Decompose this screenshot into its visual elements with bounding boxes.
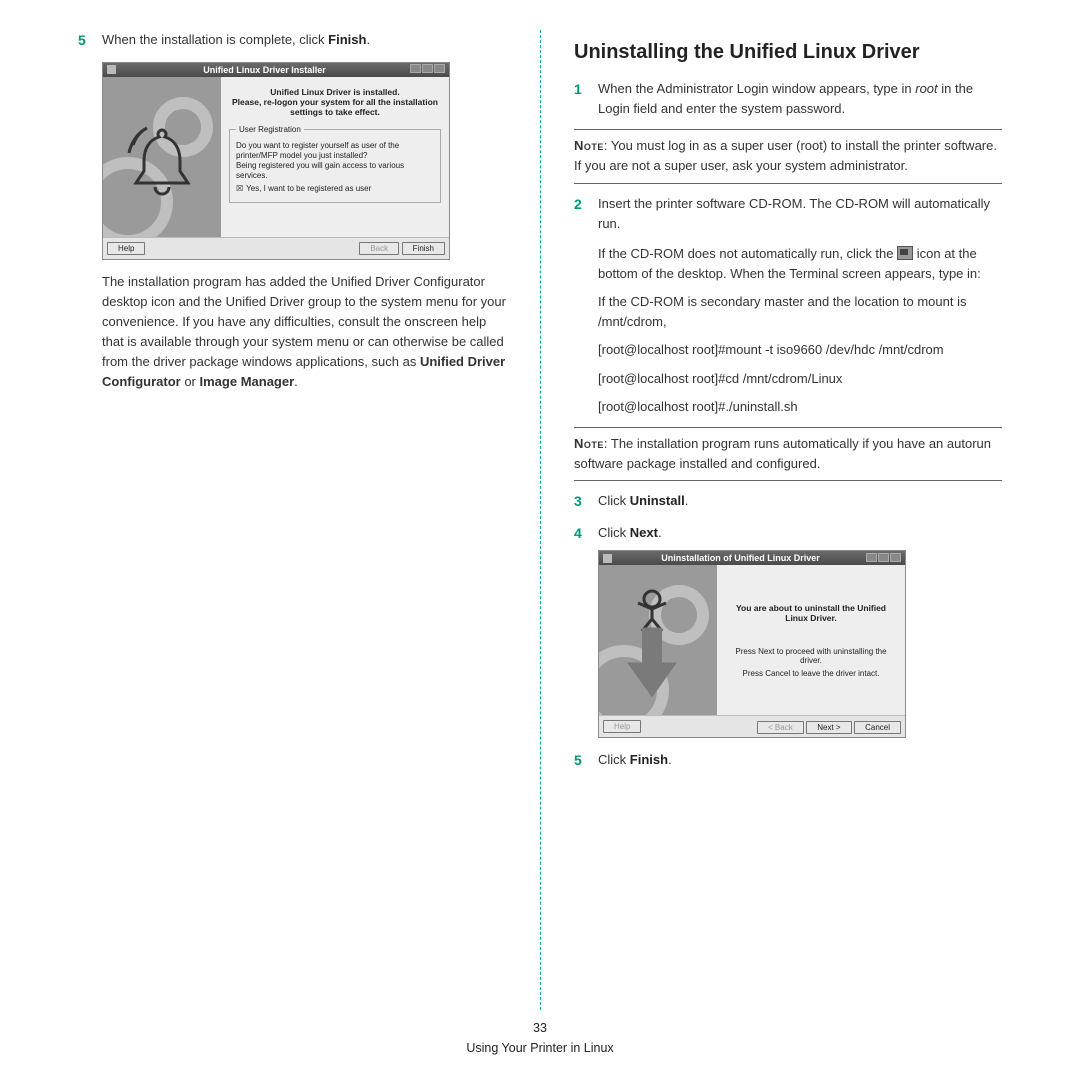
step-text: When the installation is complete, click…: [102, 30, 506, 50]
help-button: Help: [603, 720, 641, 733]
left-column: 5 When the installation is complete, cli…: [50, 30, 540, 1020]
right-step-5: 5 Click Finish.: [574, 750, 1002, 772]
command-line-3: [root@localhost root]#./uninstall.sh: [598, 397, 1002, 417]
cancel-button: Cancel: [854, 721, 901, 734]
section-title: Using Your Printer in Linux: [0, 1038, 1080, 1058]
terminal-icon: [897, 246, 913, 260]
next-button: Next >: [806, 721, 851, 734]
help-button: Help: [107, 242, 145, 255]
system-menu-icon: [107, 65, 116, 74]
step-number: 5: [78, 30, 102, 52]
window-title: Unified Linux Driver Installer: [120, 65, 409, 75]
right-step-4: 4 Click Next.: [574, 523, 1002, 545]
sub-instruction-1: If the CD-ROM does not automatically run…: [598, 244, 1002, 284]
system-menu-icon: [603, 554, 612, 563]
back-button: Back: [359, 242, 399, 255]
sub-instruction-2: If the CD-ROM is secondary master and th…: [598, 292, 1002, 332]
command-line-1: [root@localhost root]#mount -t iso9660 /…: [598, 340, 1002, 360]
right-step-3: 3 Click Uninstall.: [574, 491, 1002, 513]
page-number: 33: [0, 1018, 1080, 1038]
right-step-1: 1 When the Administrator Login window ap…: [574, 79, 1002, 119]
note-2: Note: The installation program runs auto…: [574, 427, 1002, 481]
note-1: Note: You must log in as a super user (r…: [574, 129, 1002, 183]
left-paragraph: The installation program has added the U…: [102, 272, 506, 393]
uninstaller-screenshot: Uninstallation of Unified Linux Driver Y…: [598, 550, 906, 738]
window-titlebar: Unified Linux Driver Installer: [103, 63, 449, 77]
window-buttons: [409, 64, 445, 75]
right-column: Uninstalling the Unified Linux Driver 1 …: [540, 30, 1030, 1020]
section-heading: Uninstalling the Unified Linux Driver: [574, 40, 1002, 65]
right-step-2: 2 Insert the printer software CD-ROM. Th…: [574, 194, 1002, 234]
register-checkbox: Yes, I want to be registered as user: [236, 184, 434, 194]
wizard-artwork: [103, 77, 221, 237]
left-step-5: 5 When the installation is complete, cli…: [78, 30, 506, 52]
window-title: Uninstallation of Unified Linux Driver: [616, 553, 865, 563]
manual-page: 5 When the installation is complete, cli…: [0, 0, 1080, 1080]
page-footer: 33 Using Your Printer in Linux: [0, 1018, 1080, 1058]
user-registration-group: User Registration Do you want to registe…: [229, 125, 441, 203]
finish-button: Finish: [402, 242, 445, 255]
back-button: < Back: [757, 721, 804, 734]
wizard-artwork: [599, 565, 717, 715]
installer-screenshot: Unified Linux Driver Installer Unified L…: [102, 62, 450, 260]
bell-icon: [127, 125, 197, 205]
command-line-2: [root@localhost root]#cd /mnt/cdrom/Linu…: [598, 369, 1002, 389]
